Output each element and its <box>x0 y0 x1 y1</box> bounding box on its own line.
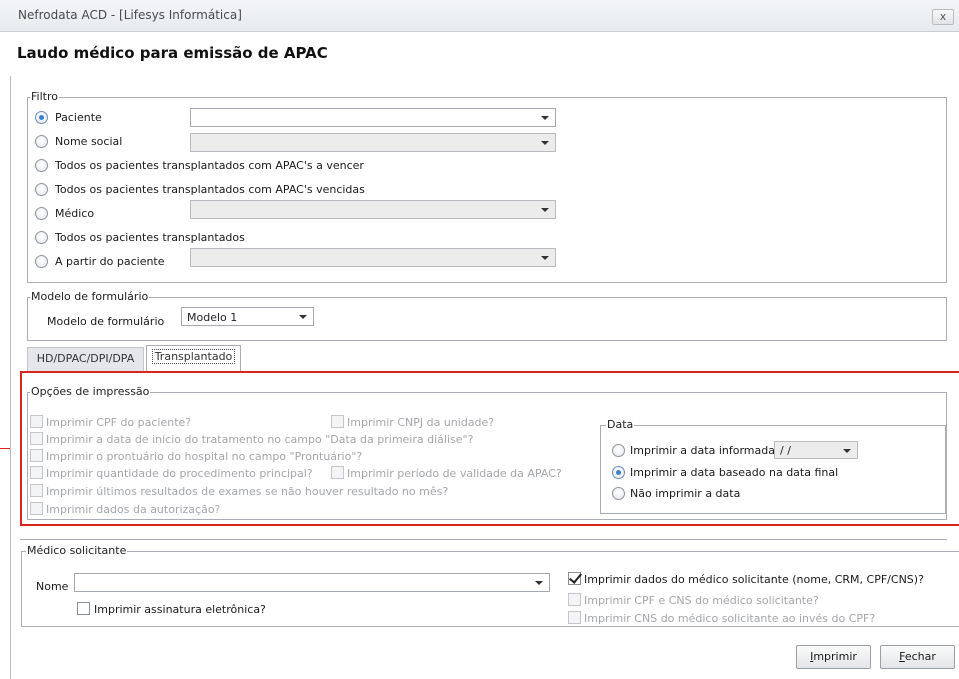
window-title: Nefrodata ACD - [Lifesys Informática] <box>18 8 242 22</box>
radio-nao-imprimir-data-label: Não imprimir a data <box>630 487 741 500</box>
radio-a-partir-paciente[interactable] <box>35 255 48 268</box>
chevron-down-icon <box>535 581 543 585</box>
chevron-down-icon <box>541 256 549 260</box>
tab-transplantado[interactable]: Transplantado <box>146 345 241 372</box>
close-icon: x <box>939 10 947 23</box>
radio-todos-transplantados[interactable] <box>35 231 48 244</box>
fechar-button[interactable]: Fechar <box>880 645 955 669</box>
chk-dados-autorizacao-label: Imprimir dados da autorização? <box>46 503 221 516</box>
data-informada-value: / / <box>780 444 791 457</box>
chk-ultimos-exames[interactable] <box>30 484 43 497</box>
chk-data-inicio-label: Imprimir a data de início do tratamento … <box>46 433 474 446</box>
radio-apac-a-vencer[interactable] <box>35 159 48 172</box>
chk-prontuario[interactable] <box>30 449 43 462</box>
chk-validade[interactable] <box>331 466 344 479</box>
radio-nao-imprimir-data[interactable] <box>612 487 625 500</box>
modelo-group <box>27 297 947 341</box>
radio-medico-label: Médico <box>55 207 95 220</box>
chk-prontuario-label: Imprimir o prontuário do hospital no cam… <box>46 450 363 463</box>
chk-assinatura-label: Imprimir assinatura eletrônica? <box>94 603 266 616</box>
radio-data-informada-label: Imprimir a data informada <box>630 444 775 457</box>
radio-medico[interactable] <box>35 207 48 220</box>
left-divider <box>10 76 11 679</box>
nome-label: Nome <box>36 580 69 593</box>
chk-cns-ao-inves-cpf[interactable] <box>568 611 581 624</box>
chk-dados-autorizacao[interactable] <box>30 502 43 515</box>
chevron-down-icon <box>541 116 549 120</box>
chk-assinatura[interactable] <box>77 602 90 615</box>
chevron-down-icon <box>299 315 307 319</box>
modelo-field-label: Modelo de formulário <box>47 315 165 328</box>
medico-combo[interactable] <box>190 200 556 219</box>
tab-page-bottom <box>20 539 947 540</box>
radio-paciente-label: Paciente <box>55 111 102 124</box>
chk-data-inicio[interactable] <box>30 432 43 445</box>
radio-paciente[interactable] <box>35 111 48 124</box>
chk-cpf-cns-medico[interactable] <box>568 593 581 606</box>
chk-cnpj-unidade[interactable] <box>331 415 344 428</box>
medico-group-label: Médico solicitante <box>26 544 128 557</box>
chk-cpf-cns-medico-label: Imprimir CPF e CNS do médico solicitante… <box>584 594 819 607</box>
radio-data-final[interactable] <box>612 466 625 479</box>
imprimir-rest: mprimir <box>813 650 857 663</box>
window-titlebar: Nefrodata ACD - [Lifesys Informática] x <box>0 0 959 32</box>
modelo-group-label: Modelo de formulário <box>30 290 150 303</box>
chevron-down-icon <box>541 208 549 212</box>
radio-data-final-label: Imprimir a data baseado na data final <box>630 466 839 479</box>
imprimir-button[interactable]: Imprimir <box>796 645 871 669</box>
chk-cnpj-unidade-label: Imprimir CNPJ da unidade? <box>347 416 495 429</box>
paciente-combo[interactable] <box>190 108 556 127</box>
fechar-rest: echar <box>904 650 936 663</box>
opcoes-label: Opções de impressão <box>30 385 151 398</box>
radio-apac-a-vencer-label: Todos os pacientes transplantados com AP… <box>55 159 364 172</box>
chk-ultimos-exames-label: Imprimir últimos resultados de exames se… <box>46 485 449 498</box>
nome-social-combo[interactable] <box>190 133 556 152</box>
data-informada-combo[interactable]: / / <box>774 441 858 459</box>
chk-quantidade-label: Imprimir quantidade do procedimento prin… <box>46 467 313 480</box>
page-title: Laudo médico para emissão de APAC <box>17 44 328 62</box>
modelo-value: Modelo 1 <box>187 311 238 324</box>
chevron-down-icon <box>843 449 851 453</box>
radio-nome-social[interactable] <box>35 135 48 148</box>
tab-hd-dpac-label: HD/DPAC/DPI/DPA <box>36 352 135 365</box>
radio-data-informada[interactable] <box>612 444 625 457</box>
close-button[interactable]: x <box>932 9 954 25</box>
a-partir-combo[interactable] <box>190 248 556 267</box>
data-group-label: Data <box>606 418 635 431</box>
chk-dados-medico-label: Imprimir dados do médico solicitante (no… <box>584 573 924 586</box>
tab-transplantado-label: Transplantado <box>151 349 236 364</box>
radio-todos-transplantados-label: Todos os pacientes transplantados <box>55 231 245 244</box>
tab-hd-dpac[interactable]: HD/DPAC/DPI/DPA <box>27 347 144 371</box>
chk-cpf-paciente-label: Imprimir CPF do paciente? <box>46 416 192 429</box>
chevron-down-icon <box>541 141 549 145</box>
highlight-pointer <box>0 448 10 449</box>
chk-cpf-paciente[interactable] <box>30 415 43 428</box>
chk-validade-label: Imprimir período de validade da APAC? <box>347 467 562 480</box>
radio-nome-social-label: Nome social <box>55 135 123 148</box>
filtro-label: Filtro <box>30 90 59 103</box>
modelo-combo[interactable]: Modelo 1 <box>181 307 314 326</box>
radio-apac-vencidas-label: Todos os pacientes transplantados com AP… <box>55 183 365 196</box>
chk-quantidade[interactable] <box>30 466 43 479</box>
radio-a-partir-paciente-label: A partir do paciente <box>55 255 165 268</box>
radio-apac-vencidas[interactable] <box>35 183 48 196</box>
chk-dados-medico[interactable] <box>568 572 581 585</box>
chk-cns-ao-inves-cpf-label: Imprimir CNS do médico solicitante ao in… <box>584 612 876 625</box>
medico-nome-combo[interactable] <box>74 573 550 592</box>
